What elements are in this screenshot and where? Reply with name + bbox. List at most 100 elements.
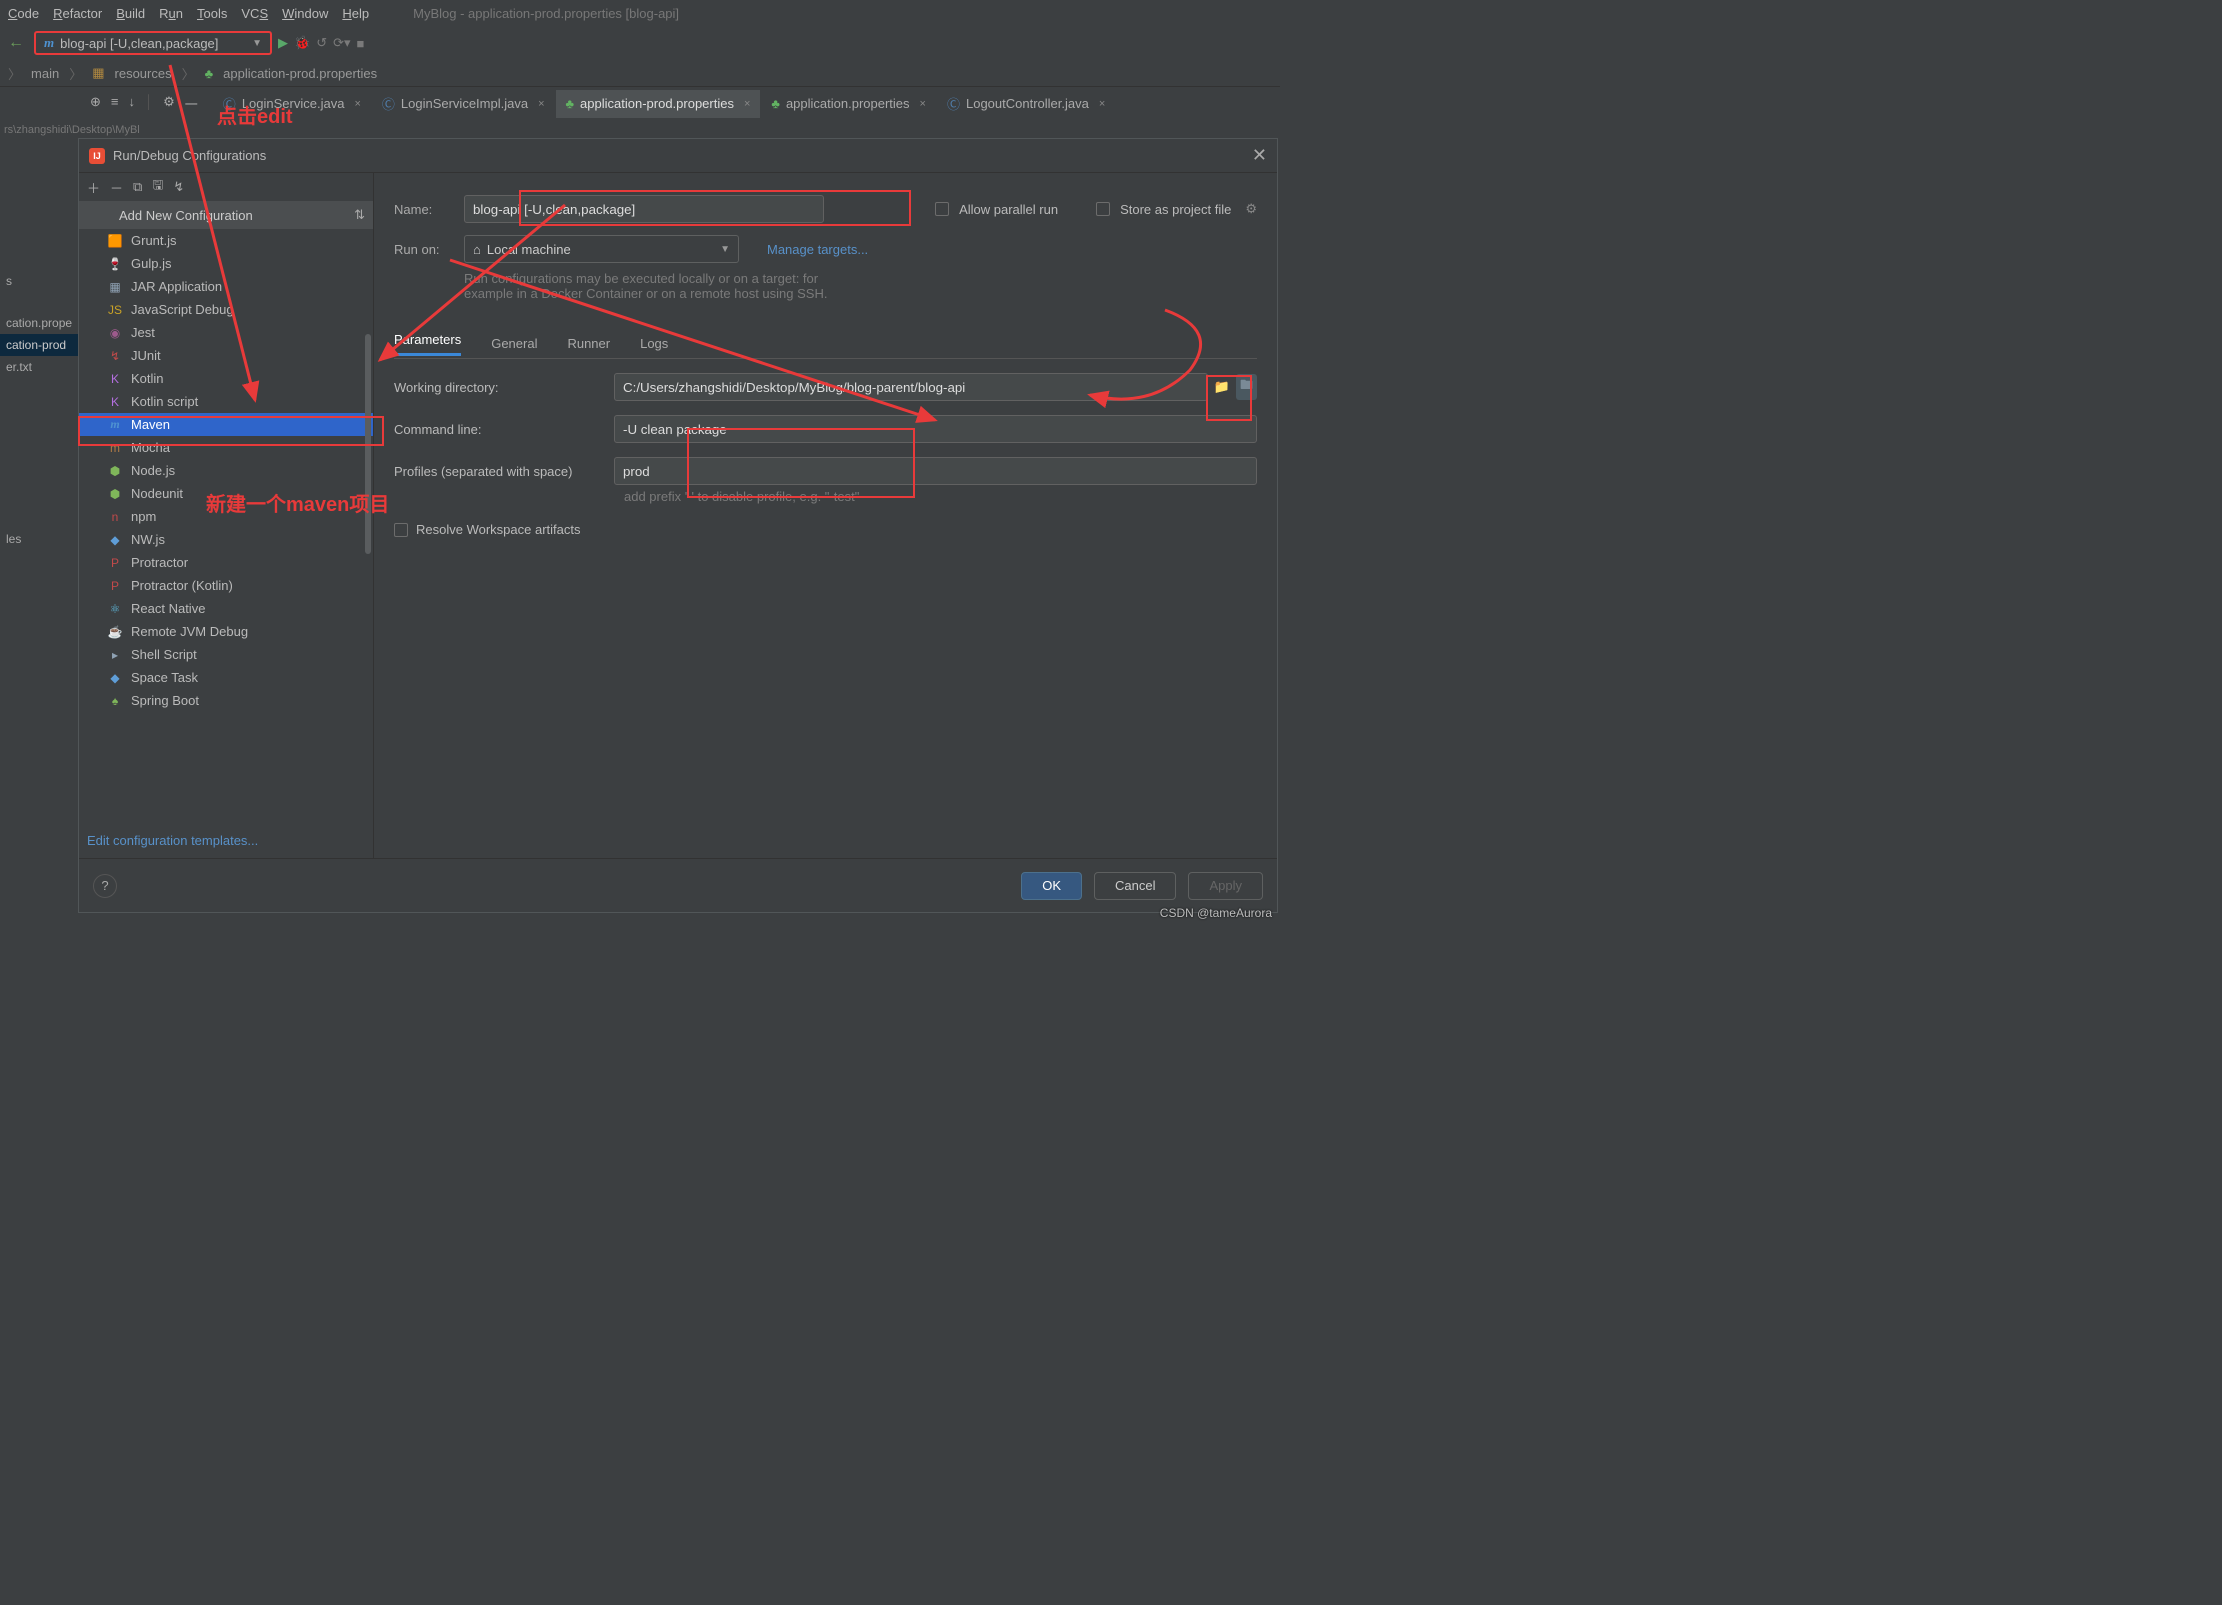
name-input[interactable] bbox=[464, 195, 824, 223]
config-type-npm[interactable]: nnpm bbox=[79, 505, 373, 528]
working-dir-input[interactable] bbox=[614, 373, 1208, 401]
config-type-jar-application[interactable]: ▦JAR Application bbox=[79, 275, 373, 298]
menu-window[interactable]: Window bbox=[282, 6, 328, 21]
profile-icon[interactable]: ⟳▾ bbox=[333, 35, 350, 51]
config-type-jest[interactable]: ◉Jest bbox=[79, 321, 373, 344]
config-type-icon: n bbox=[107, 509, 123, 525]
copy-icon[interactable]: ⧉ bbox=[133, 179, 142, 195]
run-on-dropdown[interactable]: ⌂ Local machine ▼ bbox=[464, 235, 739, 263]
folder-icon: ▦ bbox=[92, 65, 104, 81]
config-type-nw-js[interactable]: ◆NW.js bbox=[79, 528, 373, 551]
folder-icon[interactable]: 📁 bbox=[1214, 379, 1230, 395]
menu-build[interactable]: Build bbox=[116, 6, 145, 21]
config-type-kotlin[interactable]: KKotlin bbox=[79, 367, 373, 390]
config-subtabs: Parameters General Runner Logs bbox=[394, 329, 1257, 359]
config-type-spring-boot[interactable]: ♠Spring Boot bbox=[79, 689, 373, 712]
resolve-artifacts-checkbox[interactable] bbox=[394, 523, 408, 537]
menu-tools[interactable]: Tools bbox=[197, 6, 227, 21]
config-type-grunt-js[interactable]: 🟧Grunt.js bbox=[79, 229, 373, 252]
profiles-input[interactable] bbox=[614, 457, 1257, 485]
file-item[interactable]: cation.prope bbox=[0, 312, 80, 334]
stop-icon[interactable]: ■ bbox=[357, 36, 365, 51]
close-icon[interactable]: × bbox=[538, 98, 544, 110]
help-icon[interactable]: ? bbox=[93, 874, 117, 898]
tab-app[interactable]: ♣application.properties× bbox=[761, 90, 936, 118]
edit-templates-link[interactable]: Edit configuration templates... bbox=[79, 823, 373, 858]
bc-main[interactable]: main bbox=[31, 66, 59, 81]
config-type-nodeunit[interactable]: ⬢Nodeunit bbox=[79, 482, 373, 505]
file-item-selected[interactable]: cation-prod bbox=[0, 334, 80, 356]
tree-icon[interactable]: ↯ bbox=[173, 179, 184, 195]
config-type-label: Kotlin script bbox=[131, 394, 198, 409]
coverage-icon[interactable]: ↺ bbox=[316, 35, 327, 51]
gear-icon[interactable]: ⚙ bbox=[1245, 201, 1257, 217]
gear-icon[interactable]: ⚙ bbox=[163, 94, 175, 113]
menu-code[interactable]: Code bbox=[8, 6, 39, 21]
tab-parameters[interactable]: Parameters bbox=[394, 332, 461, 356]
config-type-gulp-js[interactable]: 🍷Gulp.js bbox=[79, 252, 373, 275]
config-type-remote-jvm-debug[interactable]: ☕Remote JVM Debug bbox=[79, 620, 373, 643]
sort-icon[interactable]: ↓ bbox=[129, 94, 136, 113]
manage-targets-link[interactable]: Manage targets... bbox=[767, 242, 868, 257]
profiles-hint: add prefix '-' to disable profile, e.g. … bbox=[624, 489, 1257, 504]
menu-refactor[interactable]: Refactor bbox=[53, 6, 102, 21]
tab-loginserviceimpl[interactable]: ⒸLoginServiceImpl.java× bbox=[372, 90, 555, 118]
store-project-checkbox[interactable] bbox=[1096, 202, 1110, 216]
close-icon[interactable]: × bbox=[1099, 98, 1105, 110]
hint-text: Run configurations may be executed local… bbox=[464, 271, 1257, 286]
run-icon[interactable]: ▶ bbox=[278, 35, 288, 51]
apply-button[interactable]: Apply bbox=[1188, 872, 1263, 900]
allow-parallel-label: Allow parallel run bbox=[959, 202, 1058, 217]
config-type-javascript-debug[interactable]: JSJavaScript Debug bbox=[79, 298, 373, 321]
filter-icon[interactable]: ≡ bbox=[111, 94, 119, 113]
tab-general[interactable]: General bbox=[491, 336, 537, 351]
run-config-selector[interactable]: m blog-api [-U,clean,package] ▼ bbox=[34, 31, 272, 55]
tab-app-prod[interactable]: ♣application-prod.properties× bbox=[556, 90, 761, 118]
file-item[interactable]: er.txt bbox=[0, 356, 80, 378]
config-type-maven[interactable]: mMaven bbox=[79, 413, 373, 436]
cancel-button[interactable]: Cancel bbox=[1094, 872, 1176, 900]
bc-resources[interactable]: resources bbox=[115, 66, 172, 81]
expand-icon[interactable]: ⇅ bbox=[354, 207, 365, 223]
config-type-list[interactable]: 🟧Grunt.js🍷Gulp.js▦JAR ApplicationJSJavaS… bbox=[79, 229, 373, 823]
config-type-kotlin-script[interactable]: KKotlin script bbox=[79, 390, 373, 413]
scrollbar[interactable] bbox=[365, 334, 371, 554]
config-type-icon: P bbox=[107, 578, 123, 594]
config-type-icon: ◆ bbox=[107, 670, 123, 686]
config-type-space-task[interactable]: ◆Space Task bbox=[79, 666, 373, 689]
nav-back-icon[interactable]: ← bbox=[8, 34, 24, 52]
menu-vcs[interactable]: VCS bbox=[241, 6, 268, 21]
add-icon[interactable]: ＋ bbox=[87, 178, 100, 197]
menu-run[interactable]: Run bbox=[159, 6, 183, 21]
ok-button[interactable]: OK bbox=[1021, 872, 1082, 900]
allow-parallel-checkbox[interactable] bbox=[935, 202, 949, 216]
config-type-shell-script[interactable]: ▸Shell Script bbox=[79, 643, 373, 666]
config-type-protractor-kotlin-[interactable]: PProtractor (Kotlin) bbox=[79, 574, 373, 597]
browse-folder-icon[interactable]: 🖿 bbox=[1236, 374, 1257, 400]
close-icon[interactable]: × bbox=[920, 98, 926, 110]
target-icon[interactable]: ⊕ bbox=[90, 94, 101, 113]
remove-icon[interactable]: － bbox=[110, 178, 123, 197]
config-type-junit[interactable]: ↯JUnit bbox=[79, 344, 373, 367]
tab-logs[interactable]: Logs bbox=[640, 336, 668, 351]
config-type-protractor[interactable]: PProtractor bbox=[79, 551, 373, 574]
debug-icon[interactable]: 🐞 bbox=[294, 35, 310, 51]
close-icon[interactable]: × bbox=[354, 98, 360, 110]
config-type-icon: JS bbox=[107, 302, 123, 318]
config-type-mocha[interactable]: mMocha bbox=[79, 436, 373, 459]
bc-file[interactable]: application-prod.properties bbox=[223, 66, 377, 81]
config-type-label: Spring Boot bbox=[131, 693, 199, 708]
cmd-input[interactable] bbox=[614, 415, 1257, 443]
collapse-icon[interactable]: 一 bbox=[185, 94, 198, 113]
config-type-icon: ▦ bbox=[107, 279, 123, 295]
close-icon[interactable]: ✕ bbox=[1252, 145, 1267, 166]
config-type-node-js[interactable]: ⬢Node.js bbox=[79, 459, 373, 482]
config-type-react-native[interactable]: ⚛React Native bbox=[79, 597, 373, 620]
config-type-icon: ⬢ bbox=[107, 486, 123, 502]
save-icon[interactable]: 🖫 bbox=[152, 176, 163, 198]
close-icon[interactable]: × bbox=[744, 98, 750, 110]
menu-help[interactable]: Help bbox=[342, 6, 369, 21]
tab-logoutcontroller[interactable]: ⒸLogoutController.java× bbox=[937, 90, 1115, 118]
tab-loginservice[interactable]: ⒸLoginService.java× bbox=[213, 90, 371, 118]
tab-runner[interactable]: Runner bbox=[567, 336, 610, 351]
